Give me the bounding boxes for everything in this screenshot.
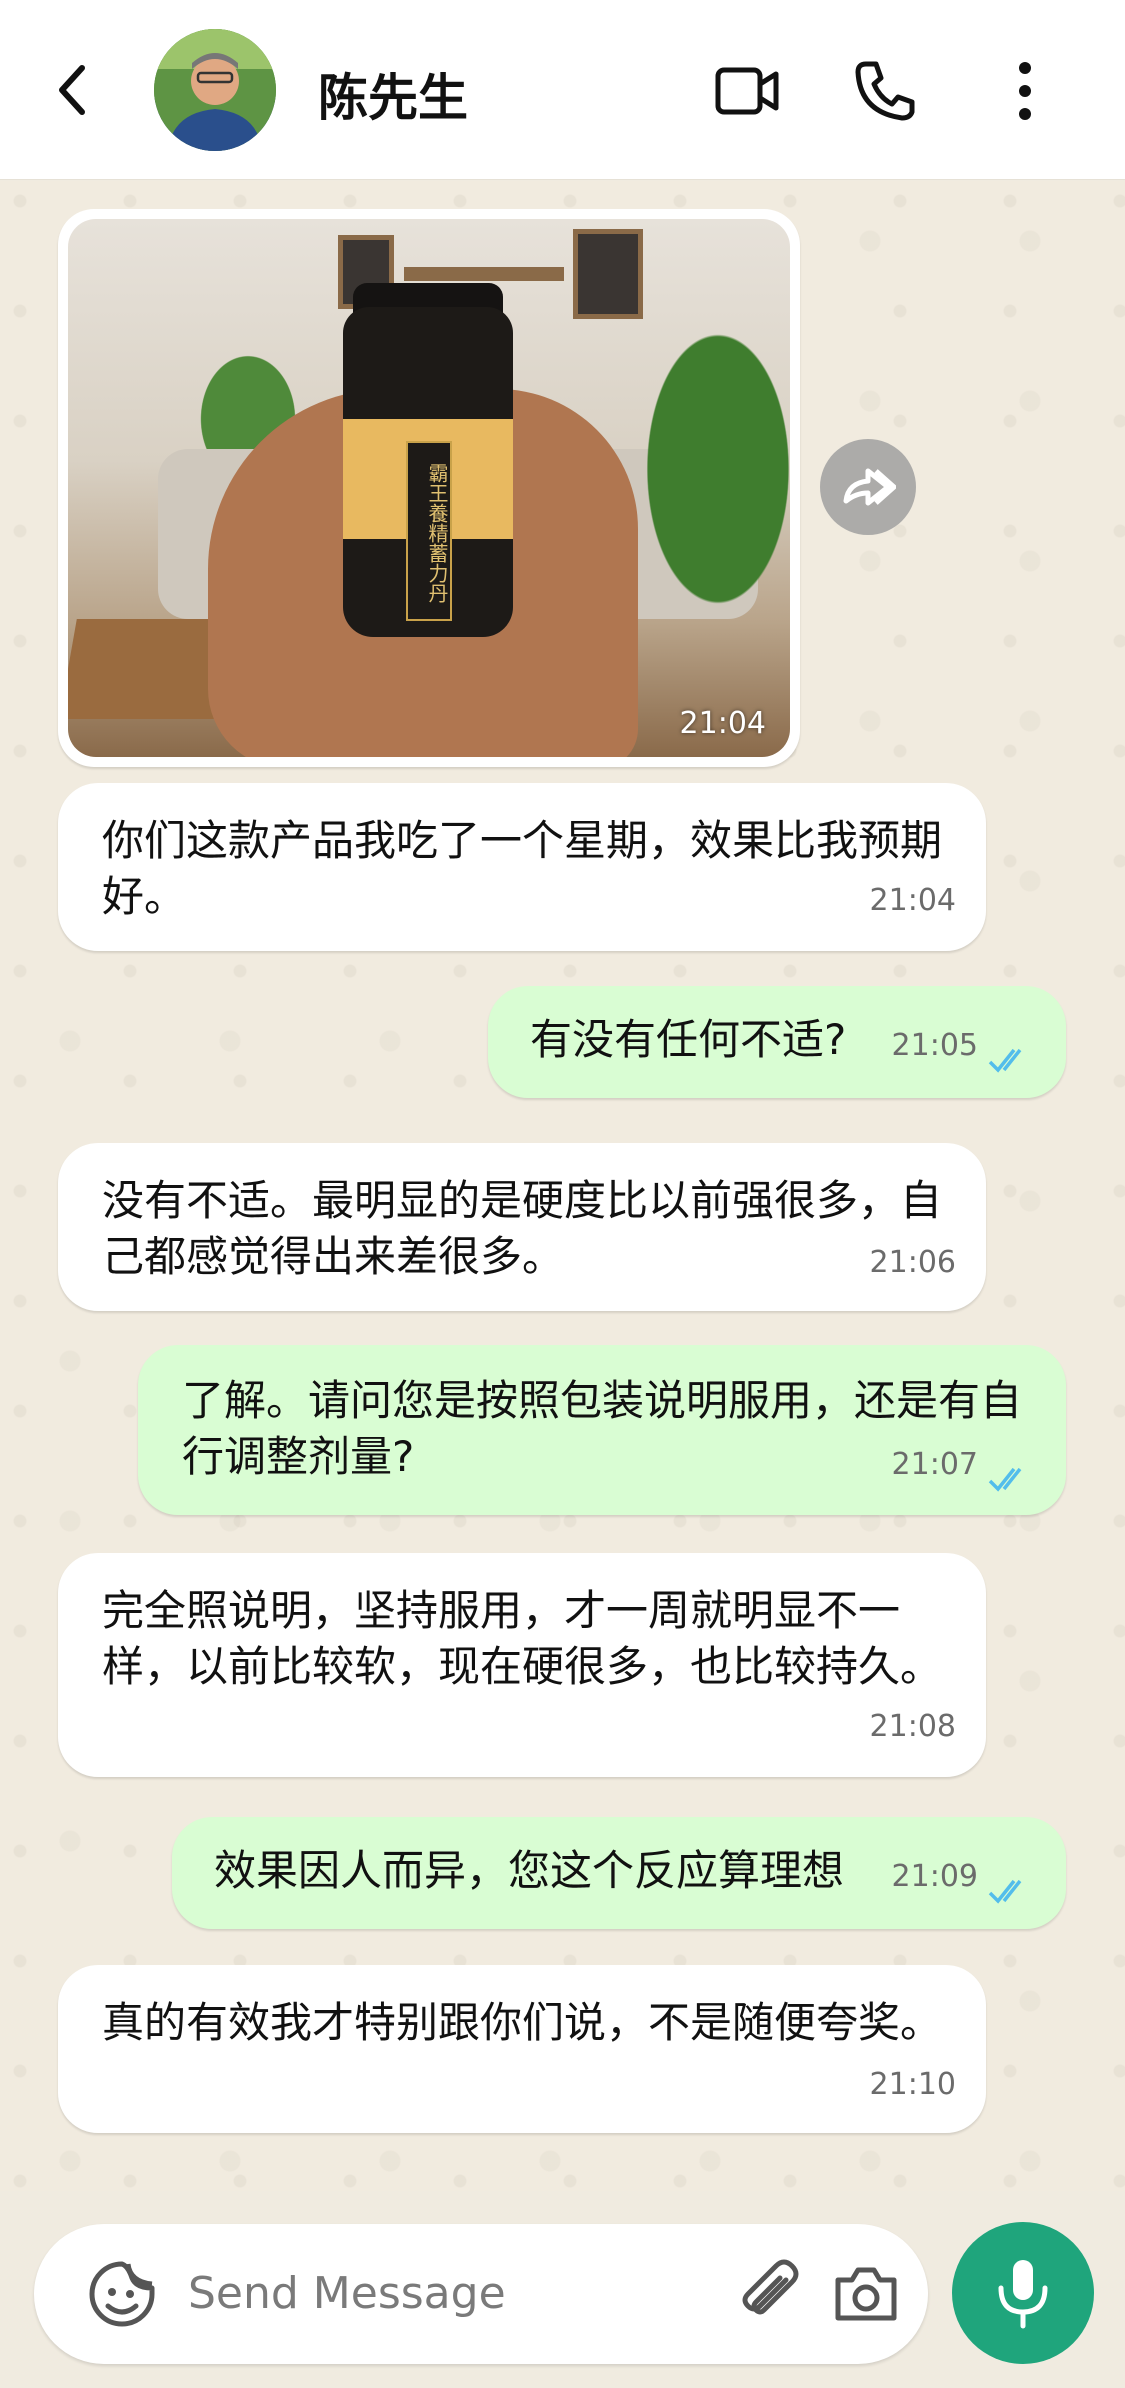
plant [628, 299, 790, 639]
message-text: 你们这款产品我吃了一个星期，效果比我预期好。 [102, 816, 943, 921]
more-options-icon[interactable] [990, 56, 1060, 126]
message-time: 21:06 [869, 1245, 956, 1280]
message-time: 21:09 [891, 1859, 978, 1894]
message-bubble-outgoing[interactable]: 了解。请问您是按照包装说明服用，还是有自行调整剂量? 21:07 [138, 1345, 1066, 1515]
message-time: 21:04 [679, 706, 766, 741]
message-time: 21:08 [869, 1709, 956, 1744]
image-message[interactable]: 霸王養精蓄力丹 21:04 [58, 209, 800, 767]
read-receipt-icon [988, 1879, 1022, 1904]
chat-area[interactable]: 霸王養精蓄力丹 21:04 你们这款产品我吃了一个星期，效果比我预期好。 21:… [0, 181, 1125, 2191]
message-composer[interactable]: Send Message [34, 2224, 928, 2364]
message-bubble-incoming[interactable]: 你们这款产品我吃了一个星期，效果比我预期好。 21:04 [58, 783, 986, 951]
camera-icon[interactable] [830, 2258, 902, 2330]
forward-button[interactable] [820, 439, 916, 535]
message-text: 完全照说明，坚持服用，才一周就明显不一样，以前比较软，现在硬很多，也比较持久。 [102, 1586, 943, 1691]
voice-message-button[interactable] [952, 2222, 1094, 2364]
bottle-label-text: 霸王養精蓄力丹 [406, 441, 452, 621]
microphone-icon [998, 2260, 1048, 2329]
back-arrow-icon[interactable] [52, 60, 92, 120]
message-bubble-incoming[interactable]: 真的有效我才特别跟你们说，不是随便夸奖。 21:10 [58, 1965, 986, 2133]
message-bubble-outgoing[interactable]: 效果因人而异，您这个反应算理想 21:09 [172, 1817, 1066, 1929]
message-time: 21:10 [869, 2067, 956, 2102]
video-call-icon[interactable] [712, 56, 782, 126]
chat-header: 陈先生 [0, 0, 1125, 180]
message-bubble-outgoing[interactable]: 有没有任何不适? 21:05 [488, 986, 1066, 1098]
message-text: 真的有效我才特别跟你们说，不是随便夸奖。 [102, 1998, 943, 2047]
forward-icon [843, 468, 896, 506]
phone-call-icon[interactable] [850, 56, 920, 126]
read-receipt-icon [988, 1467, 1022, 1492]
message-time: 21:04 [869, 883, 956, 918]
message-text: 没有不适。最明显的是硬度比以前强很多，自己都感觉得出来差很多。 [102, 1176, 943, 1281]
read-receipt-icon [988, 1048, 1022, 1073]
avatar[interactable] [154, 29, 276, 151]
contact-name[interactable]: 陈先生 [318, 58, 468, 130]
message-bubble-incoming[interactable]: 完全照说明，坚持服用，才一周就明显不一样，以前比较软，现在硬很多，也比较持久。 … [58, 1553, 986, 1777]
photo[interactable]: 霸王養精蓄力丹 21:04 [68, 219, 790, 757]
message-bubble-incoming[interactable]: 没有不适。最明显的是硬度比以前强很多，自己都感觉得出来差很多。 21:06 [58, 1143, 986, 1311]
wall-shelf [404, 267, 564, 281]
sticker-icon[interactable] [86, 2258, 158, 2330]
attachment-icon[interactable] [736, 2258, 802, 2330]
message-input[interactable]: Send Message [188, 2268, 506, 2319]
message-time: 21:07 [891, 1447, 978, 1482]
message-time: 21:05 [891, 1028, 978, 1063]
